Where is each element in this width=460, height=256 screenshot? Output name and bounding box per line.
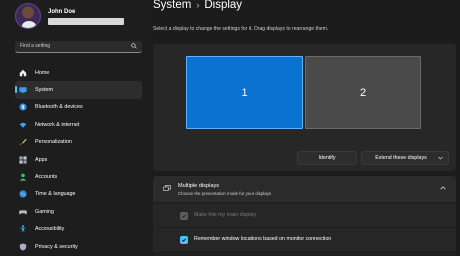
remember-window-locations-label: Remember window locations based on monit…	[194, 236, 332, 242]
multiple-displays-section: Multiple displays Choose the presentatio…	[153, 176, 456, 256]
main-display-checkbox	[180, 212, 188, 220]
user-profile[interactable]: John Doe	[15, 3, 145, 31]
checkmark-icon	[181, 238, 187, 243]
remember-window-locations-option[interactable]: Remember window locations based on monit…	[153, 228, 456, 251]
chevron-down-icon	[438, 156, 443, 160]
chevron-up-icon[interactable]	[440, 186, 446, 190]
search-input[interactable]: Find a setting	[15, 41, 142, 53]
sidebar-item-time-language[interactable]: Time & language	[15, 186, 142, 203]
display-mode-dropdown[interactable]: Extend these displays	[361, 151, 449, 165]
sidebar-item-bluetooth[interactable]: Bluetooth & devices	[15, 99, 142, 116]
sidebar-item-label: Gaming	[35, 208, 54, 215]
search-placeholder: Find a setting	[20, 43, 51, 49]
globe-icon	[19, 190, 27, 199]
home-icon	[19, 69, 27, 77]
accounts-icon	[19, 173, 27, 181]
sidebar-item-label: Home	[35, 69, 50, 76]
user-email-redacted	[48, 18, 124, 25]
display-mode-value: Extend these displays	[375, 155, 427, 161]
remember-window-locations-checkbox[interactable]	[180, 236, 188, 244]
sidebar-item-apps[interactable]: Apps	[15, 151, 142, 168]
main-display-option: Make this my main display	[153, 204, 456, 227]
system-icon	[19, 86, 27, 94]
monitor-2[interactable]: 2	[305, 56, 421, 129]
sidebar-item-label: Bluetooth & devices	[35, 104, 83, 111]
breadcrumb-separator: ›	[196, 0, 200, 10]
sidebar-item-accessibility[interactable]: Accessibility	[15, 221, 142, 238]
avatar	[15, 3, 41, 29]
page-subtitle: Select a display to change the settings …	[153, 26, 329, 32]
gamepad-icon	[19, 208, 27, 216]
user-name: John Doe	[48, 9, 76, 15]
multiple-displays-icon	[163, 185, 171, 191]
sidebar-nav: Home System Bluetooth & devices Network …	[15, 64, 142, 255]
multiple-displays-description: Choose the presentation mode for your di…	[178, 191, 272, 196]
checkmark-icon	[181, 214, 187, 219]
sidebar-item-personalization[interactable]: Personalization	[15, 134, 142, 151]
brush-icon	[19, 138, 27, 146]
sidebar-item-label: Accessibility	[35, 226, 65, 233]
sidebar-item-privacy-security[interactable]: Privacy & security	[15, 238, 142, 255]
display-arrangement-area: 1 2 Identify Extend these displays	[153, 44, 456, 171]
sidebar-item-home[interactable]: Home	[15, 64, 142, 81]
breadcrumb: System › Display	[153, 0, 242, 11]
multiple-displays-title: Multiple displays	[178, 183, 220, 189]
sidebar-item-label: Privacy & security	[35, 243, 78, 250]
bluetooth-icon	[19, 103, 27, 112]
sidebar-item-label: Network & internet	[35, 121, 80, 128]
network-icon	[19, 121, 27, 129]
breadcrumb-system[interactable]: System	[153, 0, 191, 11]
page-title: Display	[204, 0, 243, 11]
main-display-label: Make this my main display	[194, 212, 257, 218]
shield-icon	[19, 242, 27, 251]
apps-icon	[19, 156, 27, 164]
accessibility-icon	[19, 225, 27, 233]
main-content: System › Display Select a display to chang…	[152, 0, 460, 256]
sidebar: John Doe Find a setting Home System Blue…	[0, 0, 152, 256]
sidebar-item-label: Accounts	[35, 174, 58, 181]
monitor-1[interactable]: 1	[186, 56, 303, 129]
sidebar-item-label: Apps	[35, 156, 48, 163]
multiple-displays-header[interactable]: Multiple displays Choose the presentatio…	[153, 176, 456, 202]
search-icon	[131, 43, 137, 49]
sidebar-item-system[interactable]: System	[15, 81, 142, 99]
sidebar-item-network[interactable]: Network & internet	[15, 116, 142, 133]
sidebar-item-label: System	[35, 87, 53, 94]
sidebar-item-gaming[interactable]: Gaming	[15, 203, 142, 220]
identify-button[interactable]: Identify	[297, 151, 357, 165]
sidebar-item-label: Personalization	[35, 139, 72, 146]
sidebar-item-accounts[interactable]: Accounts	[15, 168, 142, 185]
sidebar-item-label: Time & language	[35, 191, 76, 198]
